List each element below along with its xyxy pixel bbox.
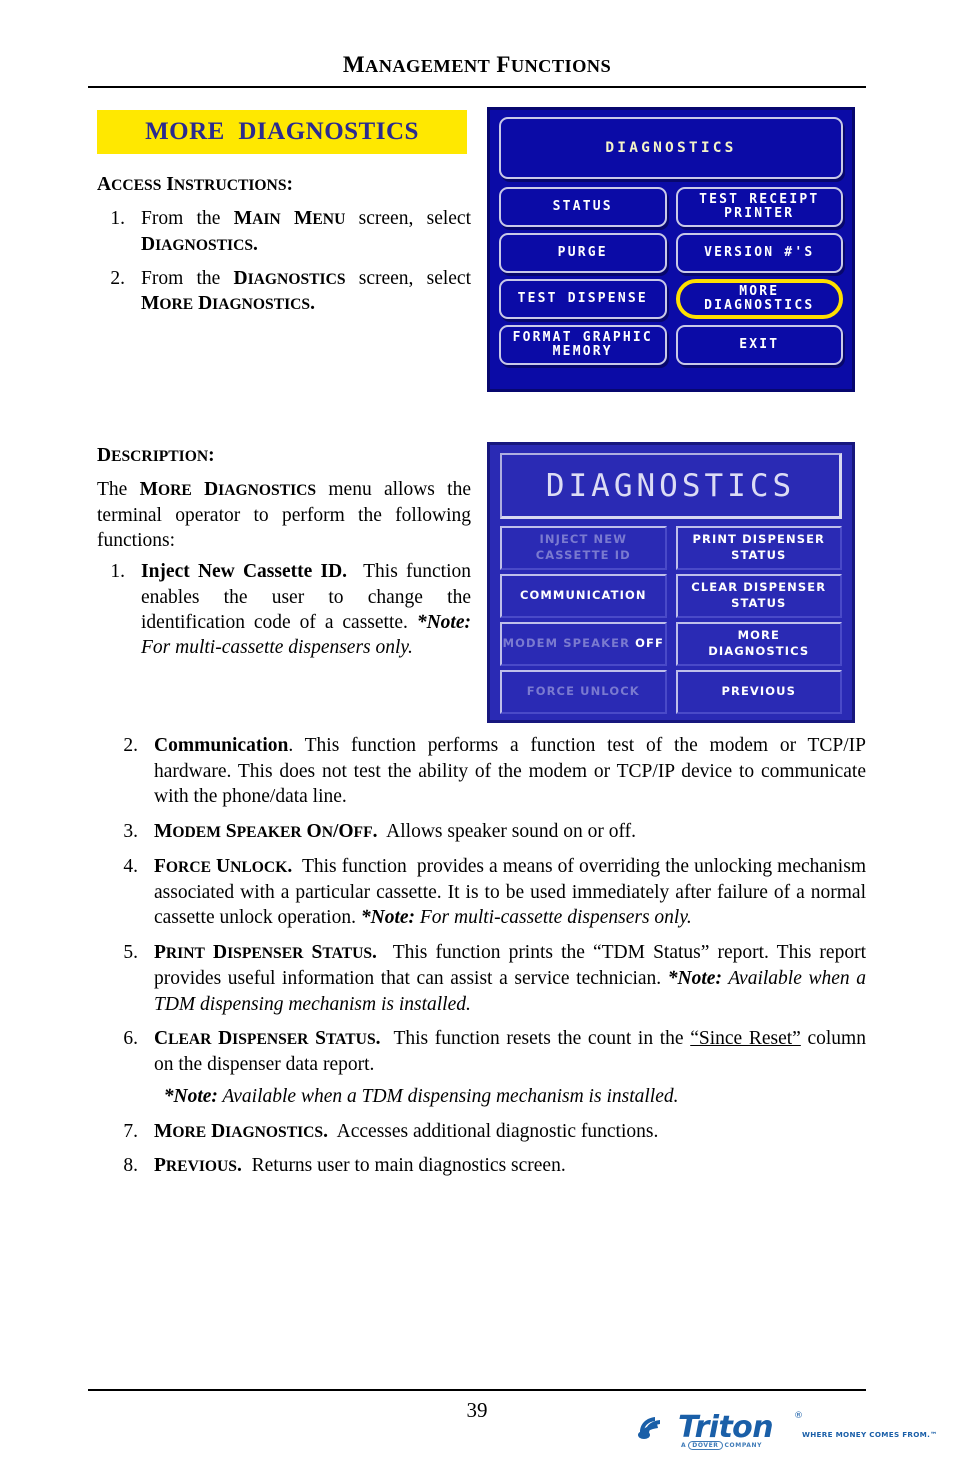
- list-number: 8.: [123, 1155, 138, 1177]
- atm1-title-text: DIAGNOSTICS: [605, 140, 737, 156]
- list-number: 7.: [123, 1120, 138, 1142]
- list-number: 3.: [123, 821, 138, 843]
- section-title-banner: MORE DIAGNOSTICS: [97, 110, 467, 154]
- triton-registered-mark: ®: [794, 1411, 803, 1421]
- atm1-label-purge: PURGE: [557, 244, 608, 260]
- atm1-label-format-graphic-memory: FORMAT GRAPHIC MEMORY: [512, 329, 653, 359]
- atm-screen-diagnostics-menu: DIAGNOSTICS STATUS TEST RECEIPT PRINTER P…: [487, 107, 855, 392]
- atm1-label-test-receipt-printer: TEST RECEIPT PRINTER: [699, 191, 820, 221]
- triton-wordmark: Triton: [678, 1410, 774, 1445]
- atm1-button-format-graphic-memory[interactable]: FORMAT GRAPHIC MEMORY: [499, 325, 667, 365]
- access-instructions-block: ACCESS INSTRUCTIONS: 1. From the MAIN ME…: [97, 172, 471, 326]
- list-item: 1. From the MAIN MENU screen, select DIA…: [97, 206, 471, 257]
- description-list-first: 1. Inject New Cassette ID. This function…: [97, 559, 471, 660]
- list-text: PREVIOUS. Returns user to main diagnosti…: [154, 1155, 566, 1177]
- atm1-button-purge[interactable]: PURGE: [499, 233, 667, 273]
- list-item: 2. Communication. This function performs…: [110, 733, 866, 810]
- atm1-label-more-diagnostics: MORE DIAGNOSTICS: [704, 283, 815, 313]
- atm1-button-more-diagnostics[interactable]: MORE DIAGNOSTICS: [675, 279, 843, 319]
- atm2-label-inject-new-cassette-id: INJECT NEW CASSETTE ID: [535, 532, 631, 562]
- list-number: 1.: [110, 561, 125, 583]
- atm2-label-previous: PREVIOUS: [721, 684, 796, 699]
- list-number: 5.: [123, 942, 138, 964]
- list-text: FORCE UNLOCK. This function provides a m…: [154, 855, 866, 929]
- atm2-button-force-unlock[interactable]: FORCE UNLOCK: [500, 670, 667, 714]
- list-text: From the MAIN MENU screen, select DIAGNO…: [141, 208, 472, 255]
- atm-screen-more-diagnostics-menu: DIAGNOSTICS INJECT NEW CASSETTE ID PRINT …: [487, 442, 855, 723]
- list-item: 8. PREVIOUS. Returns user to main diagno…: [110, 1153, 866, 1179]
- atm2-button-more-diagnostics[interactable]: MORE DIAGNOSTICS: [675, 622, 842, 666]
- list-item: 7. MORE DIAGNOSTICS. Accesses additional…: [110, 1119, 866, 1145]
- list-item: 1. Inject New Cassette ID. This function…: [97, 559, 471, 660]
- list-number: 1.: [110, 208, 125, 230]
- description-list-rest: 2. Communication. This function performs…: [110, 733, 866, 1188]
- list-text: PRINT DISPENSER STATUS. This function pr…: [154, 942, 866, 1015]
- atm1-label-test-dispense: TEST DISPENSE: [517, 290, 648, 306]
- list-text: MODEM SPEAKER ON/OFF. Allows speaker sou…: [154, 821, 637, 843]
- list-item: 2. From the DIAGNOSTICS screen, select M…: [97, 266, 471, 317]
- atm2-label-force-unlock: FORCE UNLOCK: [526, 684, 640, 699]
- atm2-label-print-dispenser-status: PRINT DISPENSER STATUS: [692, 532, 826, 562]
- atm2-label-clear-dispenser-status: CLEAR DISPENSER STATUS: [691, 580, 827, 610]
- atm2-button-communication[interactable]: COMMUNICATION: [500, 574, 667, 618]
- dover-post: COMPANY: [724, 1442, 763, 1449]
- list-text: Inject New Cassette ID. This function en…: [141, 561, 471, 659]
- triton-logo: Triton ® WHERE MONEY COMES FROM.™ A DOVER…: [636, 1408, 937, 1456]
- atm2-label-communication: COMMUNICATION: [519, 588, 647, 603]
- atm1-button-status[interactable]: STATUS: [499, 187, 667, 227]
- atm2-modem-speaker-state: OFF: [635, 636, 664, 651]
- access-instructions-heading: ACCESS INSTRUCTIONS:: [97, 174, 293, 195]
- description-block: DESCRIPTION: The MORE DIAGNOSTICS menu a…: [97, 443, 471, 670]
- section-title-text: MORE DIAGNOSTICS: [145, 118, 419, 145]
- atm1-label-status: STATUS: [552, 198, 613, 214]
- list-text: CLEAR DISPENSER STATUS. This function re…: [154, 1026, 866, 1109]
- atm2-title-text: DIAGNOSTICS: [545, 467, 796, 504]
- atm1-button-grid: STATUS TEST RECEIPT PRINTER PURGE VERSION…: [499, 187, 843, 365]
- atm2-title-bar: DIAGNOSTICS: [500, 453, 842, 519]
- atm1-button-version-numbers[interactable]: VERSION #'S: [675, 233, 843, 273]
- list-item: 5. PRINT DISPENSER STATUS. This function…: [110, 940, 866, 1017]
- description-intro: The MORE DIAGNOSTICS menu allows the ter…: [97, 479, 471, 552]
- atm1-label-version-numbers: VERSION #'S: [704, 244, 815, 260]
- atm1-button-test-receipt-printer[interactable]: TEST RECEIPT PRINTER: [675, 187, 843, 227]
- triton-tagline: WHERE MONEY COMES FROM.™: [802, 1430, 938, 1439]
- triton-swoosh-icon: [638, 1417, 660, 1439]
- list-text: From the DIAGNOSTICS screen, select MORE…: [141, 268, 471, 315]
- list-item: 3. MODEM SPEAKER ON/OFF. Allows speaker …: [110, 819, 866, 845]
- triton-parent-company: A DOVER COMPANY: [681, 1441, 763, 1450]
- list-text: Communication. This function performs a …: [154, 735, 866, 808]
- dover-pre: A: [681, 1442, 687, 1449]
- description-heading: DESCRIPTION:: [97, 445, 215, 466]
- list-item: 4. FORCE UNLOCK. This function provides …: [110, 854, 866, 931]
- since-reset-underlined: “Since Reset”: [690, 1028, 801, 1050]
- footer-divider: [88, 1389, 866, 1391]
- atm2-label-modem-speaker: MODEM SPEAKER: [502, 636, 636, 651]
- running-header: MANAGEMENT FUNCTIONS: [88, 52, 866, 78]
- list-text: MORE DIAGNOSTICS. Accesses additional di…: [154, 1120, 659, 1142]
- list-number: 2.: [123, 735, 138, 756]
- dover-box: DOVER: [688, 1441, 723, 1450]
- list-note: *Note: Available when a TDM dispensing m…: [163, 1085, 679, 1107]
- atm1-label-exit: EXIT: [739, 336, 780, 352]
- atm1-button-test-dispense[interactable]: TEST DISPENSE: [499, 279, 667, 319]
- document-page: MANAGEMENT FUNCTIONS MORE DIAGNOSTICS AC…: [0, 0, 954, 1475]
- atm2-button-print-dispenser-status[interactable]: PRINT DISPENSER STATUS: [675, 526, 842, 570]
- list-number: 4.: [123, 855, 138, 877]
- atm2-button-inject-new-cassette-id[interactable]: INJECT NEW CASSETTE ID: [500, 526, 667, 570]
- atm1-button-exit[interactable]: EXIT: [675, 325, 843, 365]
- list-item: 6. CLEAR DISPENSER STATUS. This function…: [110, 1026, 866, 1109]
- atm2-button-previous[interactable]: PREVIOUS: [675, 670, 842, 714]
- atm2-button-clear-dispenser-status[interactable]: CLEAR DISPENSER STATUS: [675, 574, 842, 618]
- access-instructions-list: 1. From the MAIN MENU screen, select DIA…: [97, 206, 471, 316]
- atm2-label-more-diagnostics: MORE DIAGNOSTICS: [708, 628, 810, 658]
- atm1-title-bar: DIAGNOSTICS: [499, 117, 843, 179]
- list-number: 2.: [110, 268, 125, 290]
- running-header-text: MANAGEMENT FUNCTIONS: [342, 52, 612, 77]
- atm2-button-modem-speaker[interactable]: MODEM SPEAKER OFF: [500, 622, 667, 666]
- header-divider: [88, 86, 866, 88]
- atm2-button-grid: INJECT NEW CASSETTE ID PRINT DISPENSER STA…: [500, 526, 842, 714]
- list-number: 6.: [123, 1028, 138, 1050]
